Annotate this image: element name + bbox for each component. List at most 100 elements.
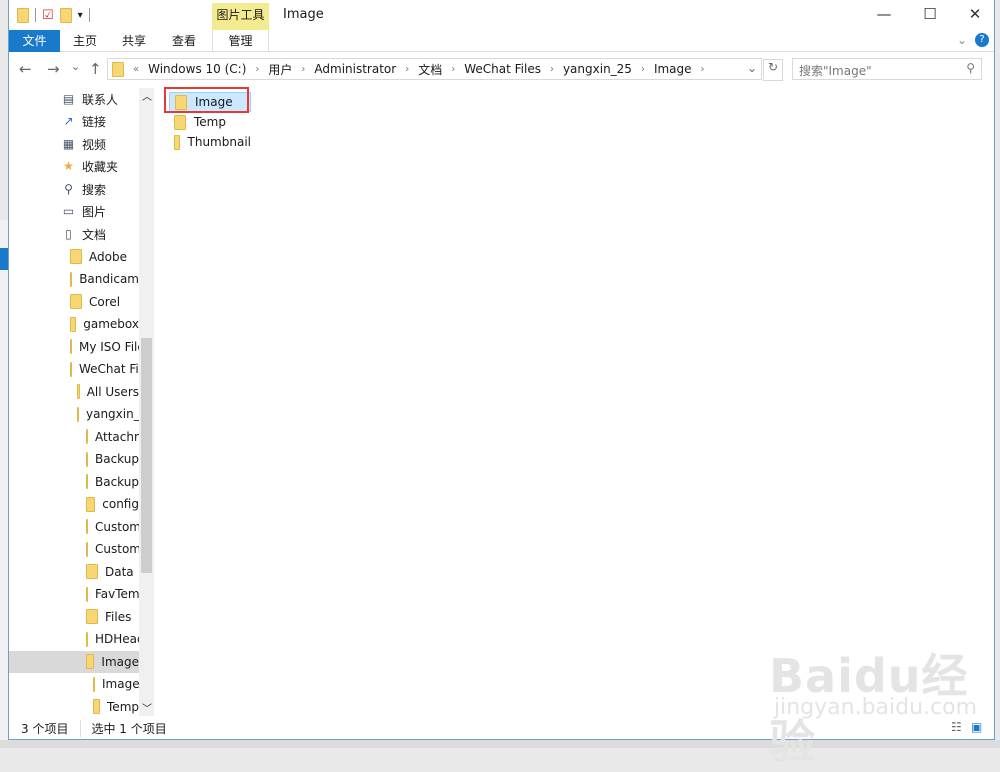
new-folder-icon[interactable] [59,7,72,23]
nav-item[interactable]: ⚲ 搜索 [9,178,139,200]
nav-item[interactable]: ▤ 联系人 [9,88,139,110]
folder-icon [86,586,88,602]
nav-item-label: Data [105,564,134,579]
nav-item[interactable]: All Users [9,381,139,403]
nav-item[interactable]: ★ 收藏夹 [9,156,139,178]
folder-icon [86,609,98,624]
nav-item[interactable]: Image [9,673,139,695]
scroll-up-icon[interactable]: ︿ [142,88,152,103]
recent-locations-button[interactable]: ⌄ [71,60,80,73]
search-placeholder: 搜索"Image" [799,64,872,78]
nav-item[interactable]: Temp [9,696,139,717]
expand-ribbon-icon[interactable]: ⌄ [957,33,967,47]
nav-item[interactable]: FavTemp [9,583,139,605]
nav-item[interactable]: ▯ 文档 [9,223,139,245]
documents-icon: ▯ [65,226,72,241]
close-button[interactable]: ✕ [952,0,998,30]
folder-icon [70,294,82,309]
minimize-button[interactable]: — [861,0,907,30]
help-icon[interactable]: ? [975,33,989,47]
nav-item[interactable]: My ISO Files [9,336,139,358]
folder-icon [86,541,88,557]
nav-item[interactable]: Corel [9,291,139,313]
tab-share[interactable]: 共享 [114,30,154,52]
nav-item[interactable]: Attachment [9,426,139,448]
overflow-chevron[interactable]: « [133,64,139,75]
nav-item[interactable]: Image [9,650,139,673]
folder-icon [86,631,88,647]
nav-item-label: Files [105,609,132,624]
nav-item[interactable]: CustomEmotions [9,516,139,538]
folder-icon [174,114,186,130]
nav-item-label: 图片 [82,205,107,219]
nav-item-label: config [102,497,139,511]
address-dropdown-button[interactable]: ⌄ [747,61,757,75]
forward-button[interactable]: → [47,60,60,78]
tab-file[interactable]: 文件 [9,30,60,52]
folder-icon [86,474,88,489]
folder-icon [70,249,82,264]
window-title: Image [283,7,324,22]
crumb[interactable]: yangxin_25 [563,62,632,76]
folder-icon [77,406,79,422]
status-bar: 3 个项目 选中 1 个项目 ☷ ▣ [9,716,994,740]
nav-item[interactable]: ↗ 链接 [9,111,139,133]
crumb[interactable]: Image [654,62,692,76]
maximize-button[interactable]: ☐ [907,0,953,30]
address-bar[interactable]: « Windows 10 (C:) › 用户 › Administrator › 文档… [107,58,762,80]
nav-item[interactable]: BackupFiles [9,471,139,493]
nav-item[interactable]: gamebox [9,313,139,335]
nav-item[interactable]: CustomFace [9,538,139,560]
folder-icon [77,384,80,399]
scrollbar-thumb[interactable] [141,338,152,573]
nav-item[interactable]: Backup [9,448,139,470]
explorer-window: ☑ ▾ 图片工具 Image — ☐ ✕ 文件 主页 共享 查看 管理 ⌄ ? … [8,0,998,769]
crumb[interactable]: Administrator [314,62,396,76]
folder-icon [86,564,98,579]
nav-item[interactable]: yangxin_25 [9,403,139,425]
nav-item-label: CustomFace [95,542,139,556]
file-item[interactable]: Temp [169,112,251,132]
file-item[interactable]: Thumbnail [169,132,251,152]
nav-item[interactable]: Data [9,561,139,583]
tab-manage[interactable]: 管理 [212,30,269,52]
folder-icon [70,361,72,377]
favorites-icon: ★ [63,159,74,173]
nav-item[interactable]: config [9,493,139,515]
nav-item[interactable]: Adobe [9,246,139,268]
tab-view[interactable]: 查看 [164,30,204,52]
nav-item[interactable]: WeChat Files [9,358,139,380]
nav-item[interactable]: HDHeadImage [9,628,139,650]
nav-item-label: Image [101,654,139,669]
navigation-pane: ▤ 联系人 ↗ 链接 ▦ 视频 ★ 收藏夹 ⚲ 搜索 ▭ 图片 ▯ 文档 Adobe Bandicam Core… [9,88,154,716]
properties-icon[interactable]: ☑ [42,8,54,23]
links-icon: ↗ [63,114,74,128]
nav-item[interactable]: ▦ 视频 [9,133,139,155]
nav-item[interactable]: ▭ 图片 [9,201,139,223]
up-button[interactable]: ↑ [89,60,102,78]
nav-item-label: HDHeadImage [95,632,139,646]
nav-item-label: CustomEmotions [95,519,139,534]
search-input[interactable]: 搜索"Image" ⚲ [792,58,982,80]
nav-item[interactable]: Files [9,606,139,628]
crumb[interactable]: Windows 10 (C:) [148,62,246,76]
address-bar-row: ← → ⌄ ↑ « Windows 10 (C:) › 用户 › Administr… [9,58,994,82]
nav-scrollbar[interactable]: ︿ ﹀ [139,88,154,716]
file-name: Temp [194,115,226,129]
crumb[interactable]: WeChat Files [464,62,541,76]
crumb[interactable]: 文档 [418,61,442,78]
nav-item-label: Adobe [89,249,127,264]
large-icons-view-icon[interactable]: ▣ [971,720,982,734]
nav-item-label: Backup [95,452,139,466]
nav-item[interactable]: Bandicam [9,268,139,290]
tab-home[interactable]: 主页 [65,30,105,52]
refresh-button[interactable]: ↻ [763,59,783,81]
customize-dropdown-icon[interactable]: ▾ [78,10,83,21]
details-view-icon[interactable]: ☷ [951,720,962,734]
scroll-down-icon[interactable]: ﹀ [142,700,152,715]
quick-access-toolbar: ☑ ▾ [17,6,90,24]
nav-item-label: 收藏夹 [82,160,119,174]
nav-item-label: Attachment [95,429,139,444]
crumb[interactable]: 用户 [268,61,292,78]
back-button[interactable]: ← [19,60,32,78]
